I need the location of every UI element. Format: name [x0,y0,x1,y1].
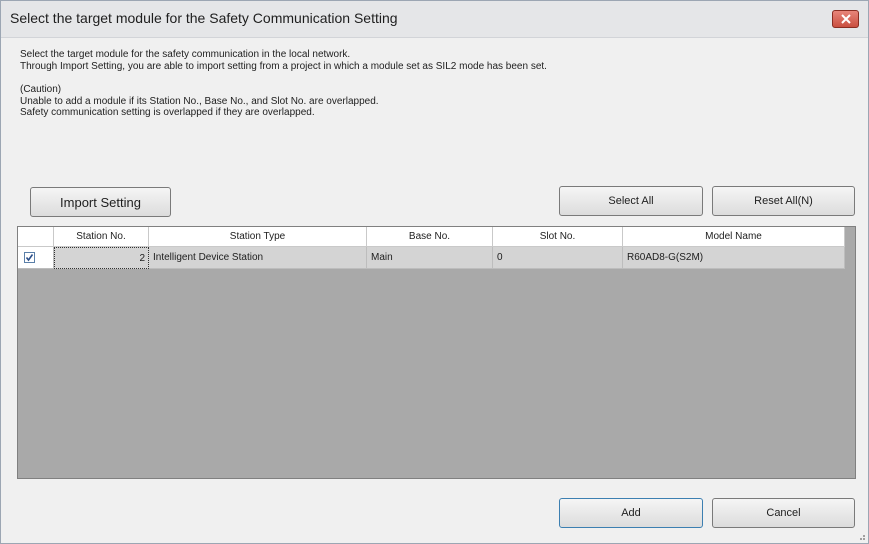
close-icon [841,14,851,24]
row-select-cell[interactable] [18,247,54,269]
slot-no-cell[interactable]: 0 [493,247,623,269]
base-no-cell[interactable]: Main [367,247,493,269]
column-header-select[interactable] [18,227,54,247]
info-line-1: Select the target module for the safety … [20,49,351,60]
station-no-cell[interactable]: 2 [54,247,149,269]
title-bar: Select the target module for the Safety … [1,1,868,38]
safety-communication-dialog: Select the target module for the Safety … [0,0,869,544]
caution-heading: (Caution) [20,84,62,95]
column-header-station-type[interactable]: Station Type [149,227,367,247]
info-line-2: Through Import Setting, you are able to … [20,60,547,72]
caution-line-2: Safety communication setting is overlapp… [20,107,315,118]
row-checkbox[interactable] [24,252,35,263]
add-button[interactable]: Add [559,498,703,528]
column-header-model-name[interactable]: Model Name [623,227,845,247]
module-table: Station No. Station Type Base No. Slot N… [17,226,856,479]
import-setting-button[interactable]: Import Setting [30,187,171,217]
caution-line-1: Unable to add a module if its Station No… [20,95,379,107]
station-type-cell[interactable]: Intelligent Device Station [149,247,367,269]
cancel-button[interactable]: Cancel [712,498,855,528]
model-name-cell[interactable]: R60AD8-G(S2M) [623,247,845,269]
dialog-title: Select the target module for the Safety … [10,10,398,26]
table-header: Station No. Station Type Base No. Slot N… [18,227,845,247]
column-header-base-no[interactable]: Base No. [367,227,493,247]
select-all-button[interactable]: Select All [559,186,703,216]
checkmark-icon [25,254,34,262]
column-header-station-no[interactable]: Station No. [54,227,149,247]
table-row[interactable]: 2 Intelligent Device Station Main 0 R60A… [18,247,845,269]
column-header-slot-no[interactable]: Slot No. [493,227,623,247]
info-text: Select the target module for the safety … [20,49,547,119]
close-button[interactable] [832,10,859,28]
reset-all-button[interactable]: Reset All(N) [712,186,855,216]
resize-grip-icon[interactable] [856,531,866,541]
